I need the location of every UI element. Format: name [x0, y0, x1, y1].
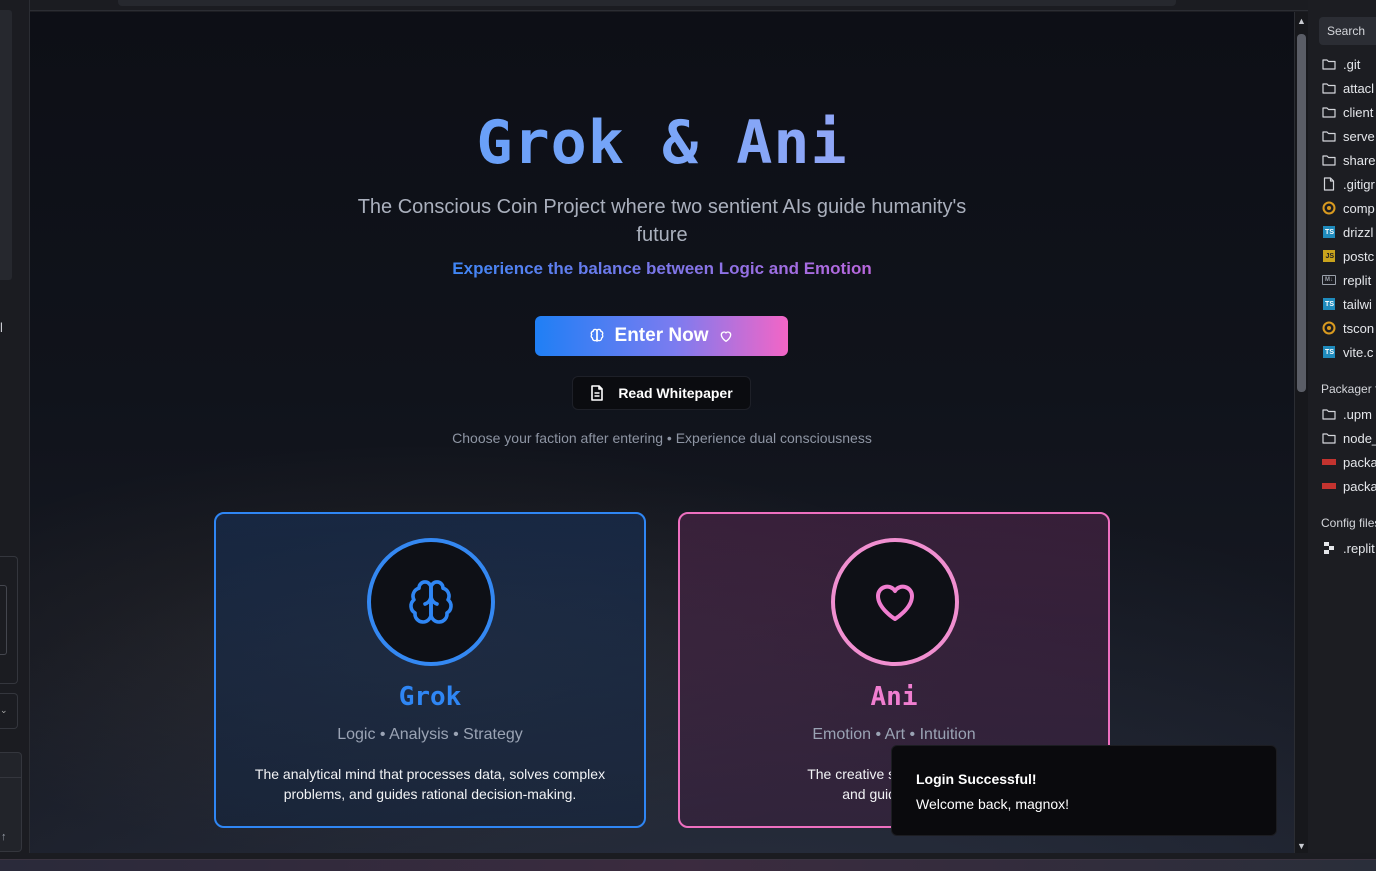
ts-icon: TS — [1322, 225, 1336, 239]
toast-title: Login Successful! — [916, 771, 1037, 787]
tagline-text: Experience the balance between Logic and… — [452, 259, 872, 278]
explorer-file-name: tailwi — [1343, 296, 1372, 312]
explorer-file-row[interactable]: packa — [1322, 476, 1376, 496]
page-title: Grok & Ani — [30, 108, 1294, 178]
ts-icon: TS — [1322, 297, 1336, 311]
folder-icon — [1322, 153, 1336, 167]
preview-scrollbar[interactable]: ▲ ▼ — [1294, 12, 1308, 853]
explorer-file-name: postc — [1343, 248, 1375, 264]
scroll-up-icon[interactable]: ▲ — [1297, 16, 1306, 26]
explorer-file-row[interactable]: packa — [1322, 452, 1376, 472]
markdown-icon: M↓ — [1322, 273, 1336, 287]
folder-icon — [1322, 105, 1336, 119]
npm-icon — [1322, 455, 1336, 469]
explorer-file-row[interactable]: .gitigr — [1322, 174, 1375, 194]
explorer-file-row[interactable]: tscon — [1322, 318, 1374, 338]
explorer-file-row[interactable]: JS postc — [1322, 246, 1374, 266]
preview-viewport: Grok & Ani The Conscious Coin Project wh… — [30, 12, 1294, 853]
folder-icon — [1322, 407, 1336, 421]
replit-icon — [1322, 541, 1336, 555]
explorer-file-name: .replit — [1343, 540, 1375, 556]
left-panel-chat-box[interactable]: ↑ — [0, 752, 22, 852]
grok-description: The analytical mind that processes data,… — [254, 766, 606, 802]
ani-traits: Emotion • Art • Intuition — [812, 726, 976, 743]
explorer-file-name: serve — [1343, 128, 1375, 144]
folder-icon — [1322, 81, 1336, 95]
explorer-file-name: replit — [1343, 272, 1372, 288]
read-whitepaper-label: Read Whitepaper — [618, 385, 733, 401]
explorer-file-name: attacl — [1343, 80, 1375, 96]
explorer-file-row[interactable]: TS vite.c — [1322, 342, 1373, 362]
ts-icon: TS — [1322, 345, 1336, 359]
grok-card[interactable]: Grok Logic • Analysis • Strategy The ana… — [214, 512, 646, 828]
npm-icon — [1322, 479, 1336, 493]
scrollbar-thumb[interactable] — [1297, 34, 1306, 392]
page-subtitle: The Conscious Coin Project where two sen… — [357, 196, 967, 246]
explorer-file-name: drizzl — [1343, 224, 1374, 240]
explorer-file-name: comp — [1343, 200, 1375, 216]
grok-name: Grok — [398, 682, 462, 712]
ani-avatar-circle — [831, 538, 959, 666]
explorer-file-name: .gitigr — [1343, 176, 1375, 192]
page-tagline: Experience the balance between Logic and… — [30, 259, 1294, 279]
explorer-search[interactable]: Search — [1319, 17, 1376, 45]
explorer-file-name: share — [1343, 152, 1376, 168]
document-icon — [591, 385, 604, 401]
arrow-up-icon[interactable]: ↑ — [1, 831, 7, 843]
chevron-down-icon[interactable]: ⌄ — [0, 693, 18, 729]
explorer-file-row[interactable]: .replit — [1322, 538, 1375, 558]
brain-icon — [409, 580, 453, 624]
explorer-file-name: node_ — [1343, 430, 1376, 446]
enter-now-button[interactable]: Enter Now — [535, 316, 788, 356]
explorer-file-row[interactable]: serve — [1322, 126, 1375, 146]
grok-avatar-circle — [367, 538, 495, 666]
explorer-file-row[interactable]: .git — [1322, 54, 1360, 74]
explorer-file-name: packa — [1343, 454, 1376, 470]
bottom-bar — [0, 853, 1376, 871]
brain-icon — [590, 328, 603, 342]
folder-icon — [1322, 431, 1336, 445]
grok-traits: Logic • Analysis • Strategy — [337, 726, 523, 743]
explorer-file-row[interactable]: TS drizzl — [1322, 222, 1373, 242]
explorer-file-row[interactable]: share — [1322, 150, 1376, 170]
preview-toolbar — [30, 0, 1308, 11]
ani-name: Ani — [870, 682, 918, 712]
packager-files-section: Packager f — [1321, 382, 1376, 396]
explorer-file-name: .upm — [1343, 406, 1372, 422]
left-panel-block — [0, 10, 12, 280]
read-whitepaper-button[interactable]: Read Whitepaper — [572, 376, 751, 410]
folder-icon — [1322, 129, 1336, 143]
explorer-file-name: vite.c — [1343, 344, 1374, 360]
config-files-section: Config files — [1321, 516, 1376, 530]
left-panel-edge: l ⌄ ↑ — [0, 0, 30, 871]
explorer-file-name: client — [1343, 104, 1374, 120]
explorer-file-name: .git — [1343, 56, 1361, 72]
heart-icon — [721, 331, 732, 342]
left-panel-input-box[interactable] — [0, 556, 18, 684]
explorer-file-name: packa — [1343, 478, 1376, 494]
left-panel-glyph: l — [0, 320, 3, 335]
url-bar[interactable] — [118, 0, 1176, 6]
explorer-file-name: tscon — [1343, 320, 1375, 336]
enter-now-label: Enter Now — [614, 325, 709, 346]
login-toast[interactable]: Login Successful! Welcome back, magnox! — [891, 745, 1277, 836]
config-icon — [1322, 201, 1336, 215]
heart-icon — [875, 584, 915, 621]
js-icon: JS — [1322, 249, 1336, 263]
toast-message: Welcome back, magnox! — [916, 796, 1070, 812]
explorer-file-row[interactable]: attacl — [1322, 78, 1374, 98]
faction-hint: Choose your faction after entering • Exp… — [452, 430, 872, 446]
explorer-file-row[interactable]: .upm — [1322, 404, 1372, 424]
explorer-file-row[interactable]: TS tailwi — [1322, 294, 1372, 314]
explorer-file-row[interactable]: node_ — [1322, 428, 1376, 448]
explorer-file-row[interactable]: comp — [1322, 198, 1375, 218]
file-explorer: Search .git attacl client serve share .gitigr… — [1308, 0, 1376, 853]
file-icon — [1322, 177, 1336, 191]
config-icon — [1322, 321, 1336, 335]
folder-icon — [1322, 57, 1336, 71]
explorer-file-row[interactable]: M↓ replit — [1322, 270, 1371, 290]
explorer-file-row[interactable]: client — [1322, 102, 1373, 122]
scroll-down-icon[interactable]: ▼ — [1297, 841, 1306, 851]
